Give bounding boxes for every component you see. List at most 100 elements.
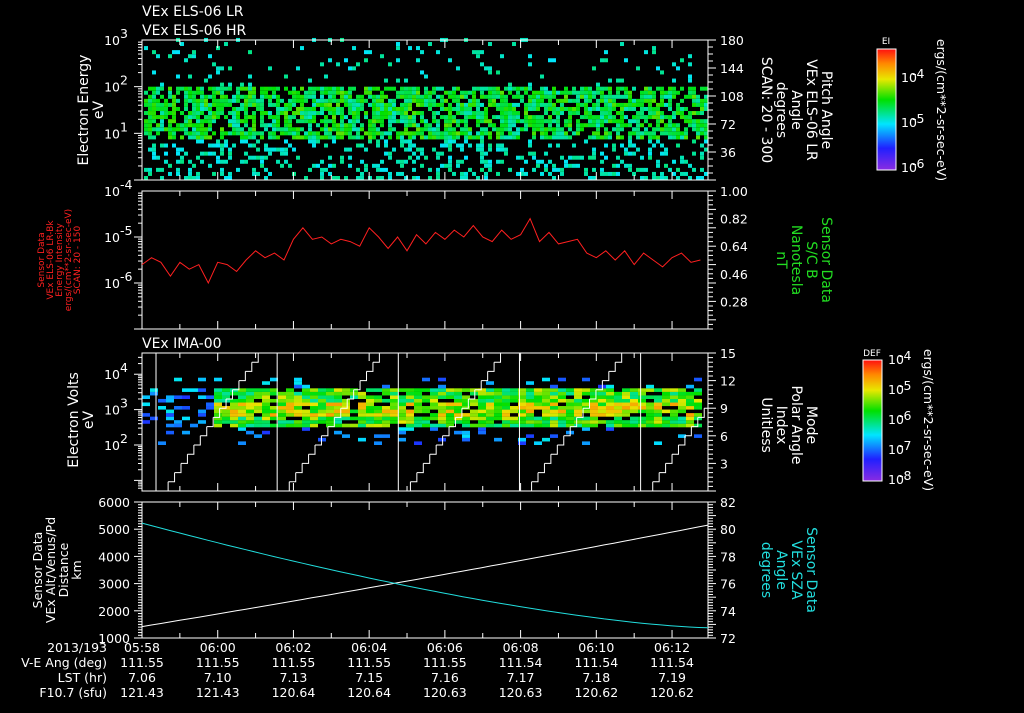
spectrogram-cell [152, 90, 156, 95]
spectrogram-cell [268, 102, 272, 107]
spectrogram-cell [284, 86, 288, 91]
spectrogram-cell [172, 111, 176, 116]
spectrogram-cell [172, 131, 176, 136]
date-label: 2013/193 [47, 640, 107, 655]
spectrogram-cell [704, 94, 708, 99]
spectrogram-cell [340, 127, 344, 132]
ima-ylabel: Electron Volts eV [66, 372, 97, 468]
spectrogram-cell [532, 135, 536, 140]
spectrogram-cell [478, 409, 486, 414]
spectrogram-cell [638, 388, 646, 392]
y-tick-label: 10 1 [104, 119, 128, 141]
spectrogram-cell [292, 98, 296, 103]
footer-value: 7.06 [128, 670, 156, 685]
panel-altitude-sza: 600050004000300020001000828078767472 [98, 495, 736, 646]
spectrogram-cell [544, 163, 548, 168]
spectrogram-cell [454, 409, 462, 414]
spectrogram-cell [422, 388, 430, 392]
spectrogram-cell [560, 135, 564, 140]
spectrogram-cell [276, 135, 280, 140]
spectrogram-cell [262, 391, 270, 396]
spectrogram-cell [456, 143, 460, 148]
spectrogram-cell [278, 398, 286, 403]
spectrogram-cell [316, 163, 320, 168]
spectrogram-cell [216, 90, 220, 95]
spectrogram-cell [524, 115, 528, 120]
spectrogram-cell [444, 127, 448, 132]
spectrogram-cell [248, 74, 252, 79]
spectrogram-cell [366, 395, 374, 399]
spectrogram-cell [512, 131, 516, 136]
spectrogram-cell [526, 416, 534, 421]
spectrogram-cell [684, 135, 688, 140]
spectrogram-cell [328, 127, 332, 132]
spectrogram-cell [622, 406, 630, 410]
spectrogram-cell [622, 409, 630, 414]
spectrogram-cell [526, 406, 534, 410]
spectrogram-cell [456, 102, 460, 107]
spectrogram-cell [212, 119, 216, 124]
spectrogram-cell [324, 119, 328, 124]
spectrogram-cell [208, 163, 212, 168]
spectrogram-cell [374, 423, 382, 428]
spectrogram-cell [596, 127, 600, 132]
spectrogram-cell [384, 106, 388, 111]
spectrogram-cell [556, 131, 560, 136]
spectrogram-cell [220, 102, 224, 107]
spectrogram-cell [268, 98, 272, 103]
spectrogram-cell [374, 409, 382, 414]
spectrogram-cell [478, 427, 486, 431]
footer-value: 120.64 [272, 685, 316, 700]
spectrogram-cell [630, 398, 638, 403]
spectrogram-cell [372, 123, 376, 128]
spectrogram-cell [262, 420, 270, 424]
spectrogram-cell [168, 90, 172, 95]
spectrogram-cell [400, 115, 404, 120]
spectrogram-cell [220, 159, 224, 164]
spectrogram-cell [156, 131, 160, 136]
spectrogram-cell [612, 163, 616, 168]
spectrogram-cell [456, 98, 460, 103]
spectrogram-cell [612, 115, 616, 120]
right-tick-label: 15 [720, 346, 736, 361]
spectrogram-cell [340, 115, 344, 120]
spectrogram-cell [232, 115, 236, 120]
spectrogram-cell [420, 94, 424, 99]
spectrogram-cell [600, 167, 604, 172]
spectrogram-cell [446, 388, 454, 392]
spectrogram-cell [340, 106, 344, 111]
spectrogram-cell [550, 413, 558, 417]
spectrogram-cell [328, 131, 332, 136]
spectrogram-cell [464, 171, 468, 176]
spectrogram-cell [700, 86, 704, 91]
spectrogram-cell [334, 402, 342, 407]
spectrogram-cell [368, 119, 372, 124]
spectrogram-cell [164, 127, 168, 132]
y-tick-label: 10 2 [104, 73, 128, 95]
spectrogram-cell [588, 155, 592, 160]
spectrogram-cell [488, 98, 492, 103]
spectrogram-cell [252, 135, 256, 140]
spectrogram-cell [620, 159, 624, 164]
spectrogram-cell [452, 115, 456, 120]
spectrogram-cell [444, 143, 448, 148]
spectrogram-cell [224, 115, 228, 120]
spectrogram-cell [524, 171, 528, 176]
spectrogram-cell [672, 78, 676, 83]
spectrogram-cell [374, 441, 382, 445]
spectrogram-cell [494, 416, 502, 421]
spectrogram-cell [588, 135, 592, 140]
spectrogram-cell [616, 135, 620, 140]
spectrogram-cell [660, 119, 664, 124]
spectrogram-cell [576, 90, 580, 95]
spectrogram-cell [332, 176, 336, 180]
spectrogram-cell [496, 159, 500, 164]
spectrogram-cell [302, 384, 310, 389]
spectrogram-cell [440, 151, 444, 156]
spectrogram-cell [260, 94, 264, 99]
spectrogram-cell [480, 147, 484, 152]
spectrogram-cell [512, 86, 516, 91]
spectrogram-cell [616, 155, 620, 160]
spectrogram-cell [560, 171, 564, 176]
spectrogram-cell [416, 131, 420, 136]
